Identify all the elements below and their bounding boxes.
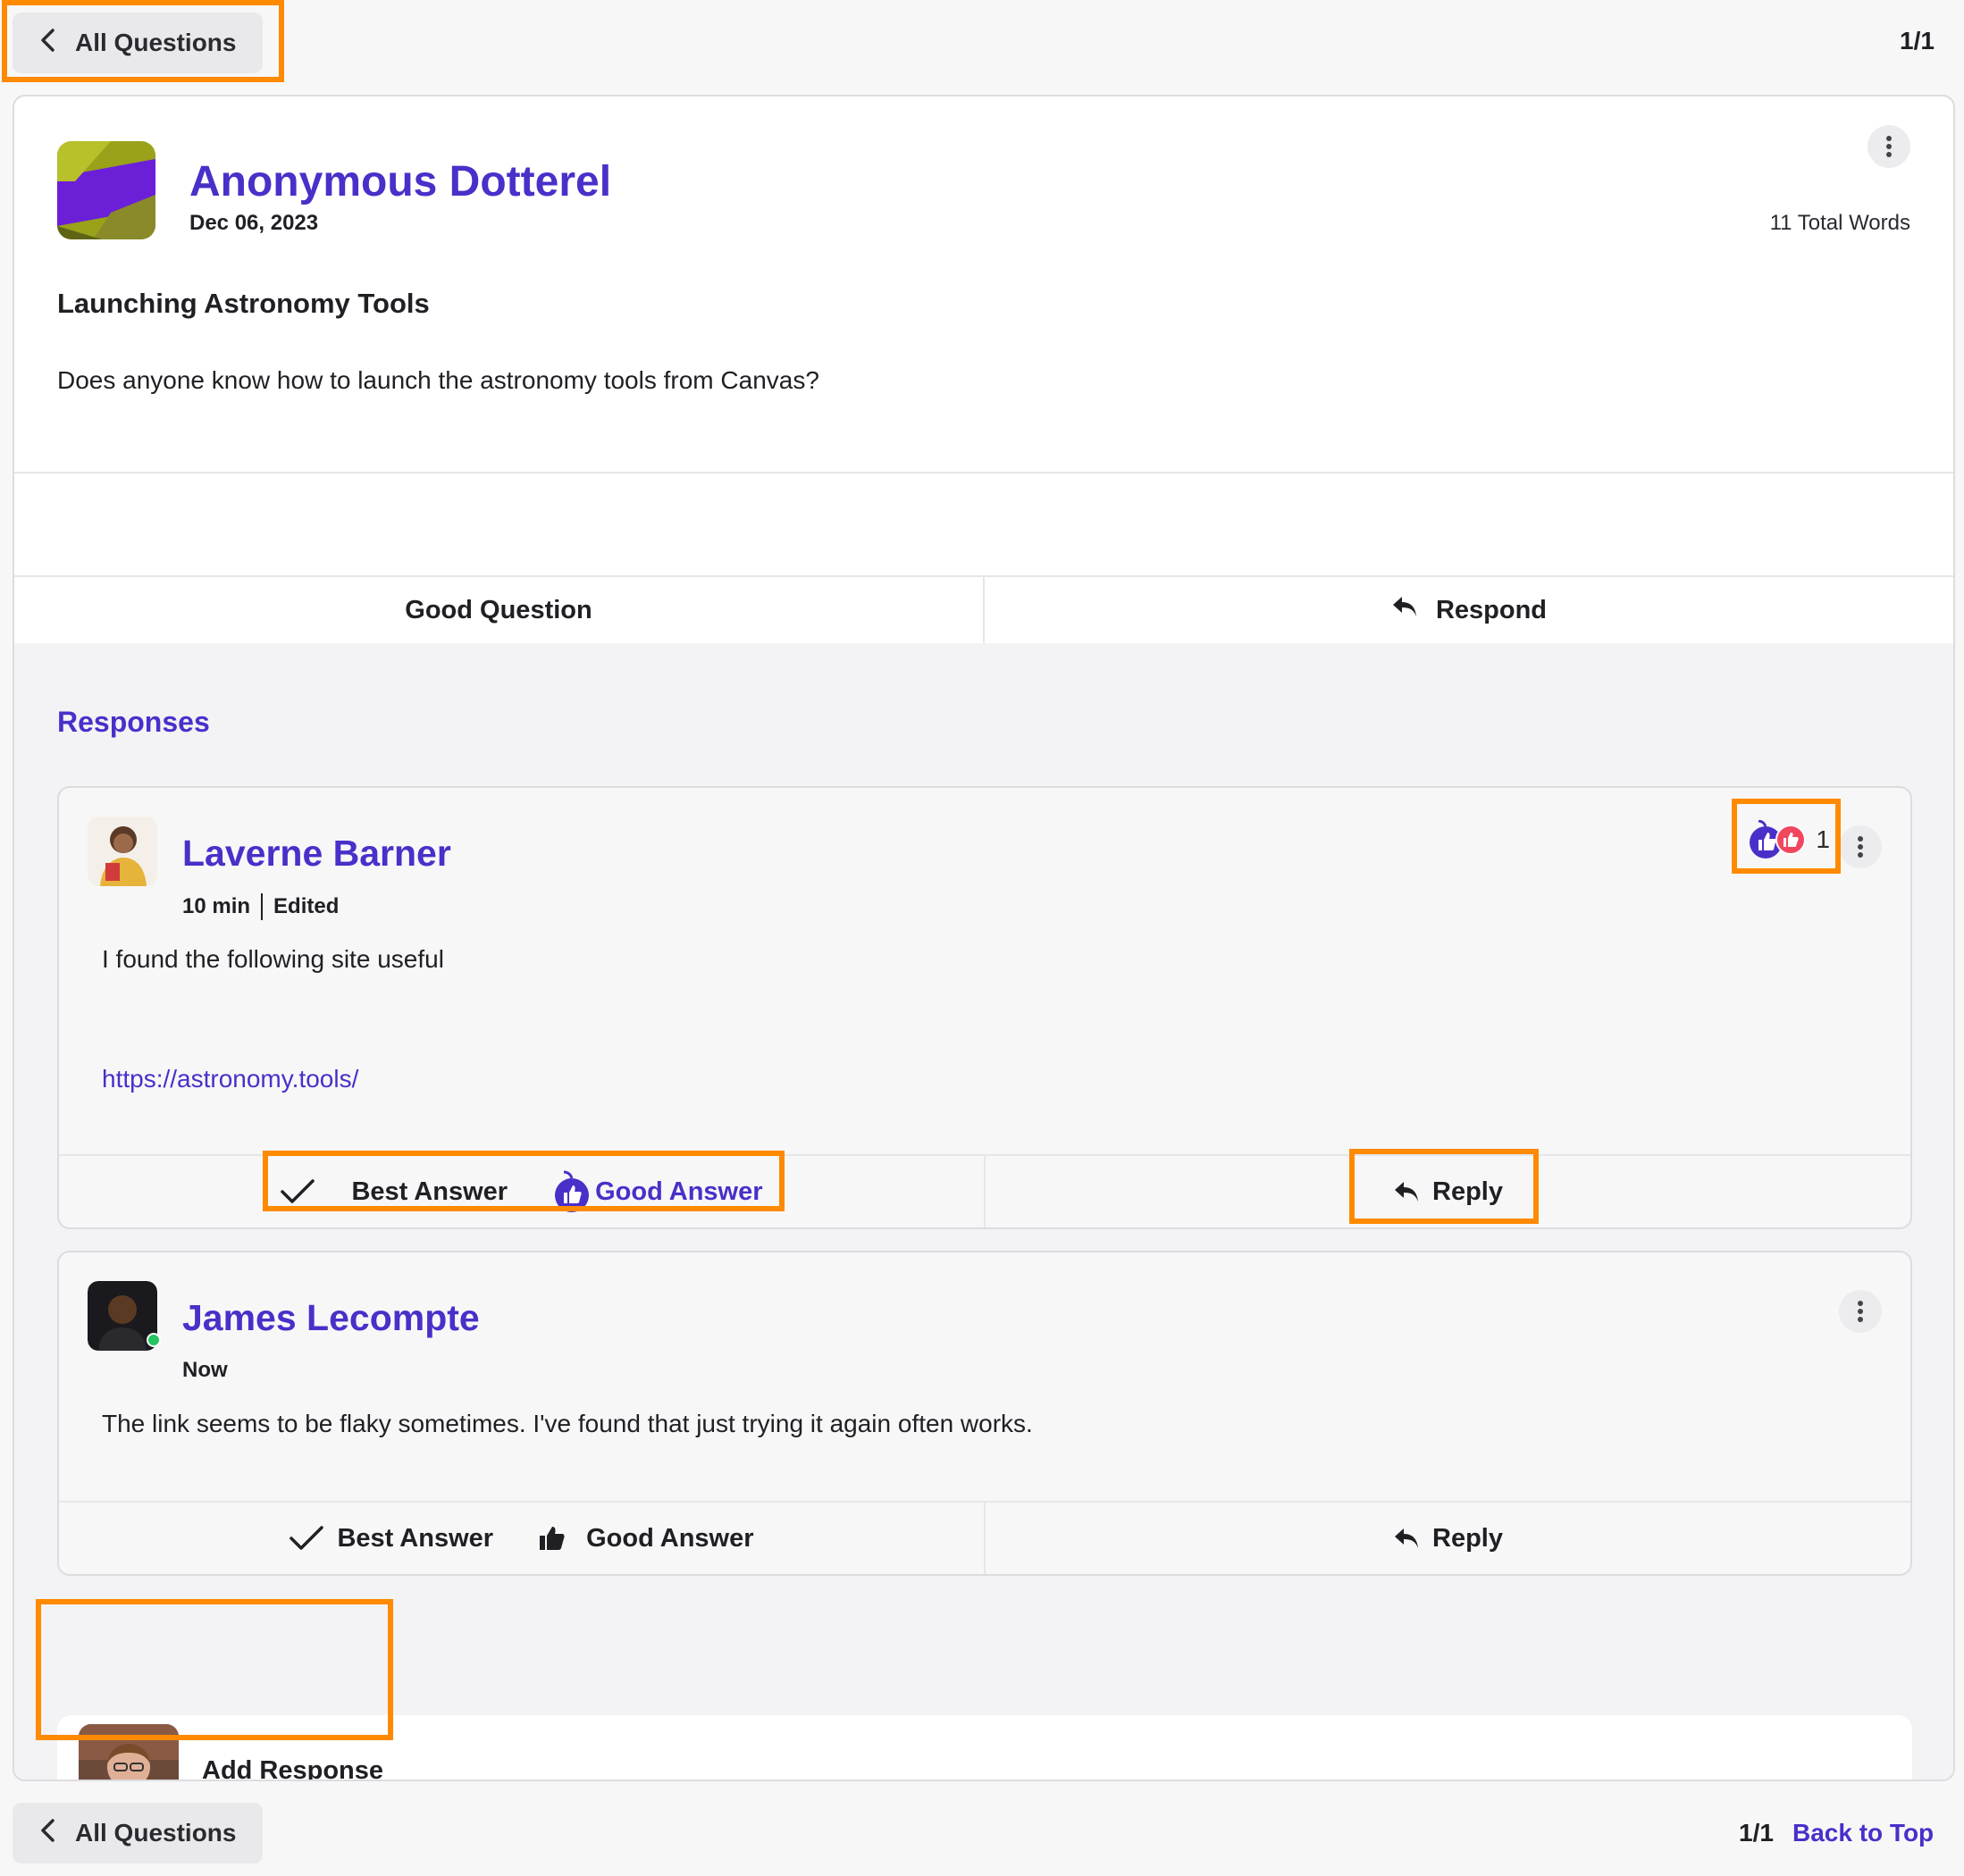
highlight-best-good-answer bbox=[263, 1151, 785, 1211]
response-more-menu-button[interactable] bbox=[1839, 825, 1882, 868]
highlight-reaction bbox=[1732, 799, 1841, 874]
response-time: Now bbox=[182, 1358, 228, 1382]
question-title: Launching Astronomy Tools bbox=[57, 288, 430, 319]
highlight-add-response bbox=[36, 1599, 393, 1740]
word-count: 11 Total Words bbox=[1769, 211, 1910, 235]
pager-bottom: 1/1 bbox=[1739, 1819, 1774, 1847]
question-author-avatar bbox=[57, 141, 155, 239]
thumbs-up-icon bbox=[540, 1527, 565, 1550]
question-card: Anonymous Dotterel Dec 06, 2023 11 Total… bbox=[13, 95, 1955, 1781]
response-meta: 10 min Edited bbox=[182, 893, 339, 920]
reply-arrow-icon bbox=[1395, 1528, 1418, 1548]
response-author-avatar bbox=[88, 1281, 161, 1351]
online-status-dot bbox=[147, 1333, 161, 1347]
highlight-reply bbox=[1349, 1149, 1539, 1224]
pager-top: 1/1 bbox=[1900, 27, 1935, 54]
all-questions-button-bottom[interactable]: All Questions bbox=[13, 1803, 264, 1863]
question-divider bbox=[14, 472, 1953, 473]
kebab-icon bbox=[1886, 136, 1892, 157]
kebab-icon bbox=[1858, 836, 1863, 858]
highlight-all-questions bbox=[2, 0, 284, 82]
respond-label: Respond bbox=[1435, 595, 1548, 624]
responses-heading: Responses bbox=[57, 706, 210, 738]
question-body: Does anyone know how to launch the astro… bbox=[57, 366, 819, 394]
response-author-avatar bbox=[88, 817, 157, 886]
add-response-label: Add Response bbox=[202, 1756, 384, 1781]
checkmark-icon bbox=[290, 1526, 324, 1550]
response-actions-left: Best Answer Good Answer bbox=[59, 1503, 984, 1574]
response-author-name[interactable]: Laverne Barner bbox=[182, 833, 451, 875]
good-answer-label: Good Answer bbox=[586, 1523, 754, 1553]
all-questions-label: All Questions bbox=[75, 1819, 237, 1847]
back-to-top-link[interactable]: Back to Top bbox=[1792, 1819, 1934, 1847]
response-author-name[interactable]: James Lecompte bbox=[182, 1297, 480, 1339]
response-meta: Now bbox=[182, 1358, 228, 1383]
response-body: The link seems to be flaky sometimes. I'… bbox=[102, 1410, 1033, 1437]
response-more-menu-button[interactable] bbox=[1839, 1290, 1882, 1333]
response-edited: Edited bbox=[273, 894, 340, 918]
question-more-menu-button[interactable] bbox=[1867, 125, 1910, 168]
response-body: I found the following site useful bbox=[102, 945, 444, 973]
question-date: Dec 06, 2023 bbox=[189, 211, 319, 235]
reply-label: Reply bbox=[1432, 1523, 1503, 1553]
question-author-name[interactable]: Anonymous Dotterel bbox=[189, 157, 611, 206]
chevron-left-icon bbox=[39, 1818, 55, 1849]
response-actions: Best Answer Good Answer Reply bbox=[59, 1501, 1910, 1574]
respond-button[interactable]: Respond bbox=[983, 577, 1953, 643]
response-actions-right: Reply bbox=[984, 1503, 1910, 1574]
kebab-icon bbox=[1858, 1301, 1863, 1322]
best-answer-label: Best Answer bbox=[337, 1523, 494, 1553]
good-question-button[interactable]: Good Question bbox=[14, 577, 983, 643]
question-actions: Good Question Respond bbox=[14, 575, 1953, 643]
best-answer-button[interactable]: Best Answer bbox=[289, 1524, 493, 1554]
response-time: 10 min bbox=[182, 894, 251, 918]
reply-button[interactable]: Reply bbox=[1393, 1524, 1503, 1554]
reply-arrow-icon bbox=[1391, 595, 1418, 625]
response-link[interactable]: https://astronomy.tools/ bbox=[102, 1065, 358, 1093]
response-card-2: James Lecompte Now The link seems to be … bbox=[57, 1251, 1912, 1576]
meta-separator bbox=[261, 893, 264, 920]
good-question-label: Good Question bbox=[405, 595, 592, 624]
good-answer-button[interactable]: Good Answer bbox=[538, 1523, 754, 1554]
